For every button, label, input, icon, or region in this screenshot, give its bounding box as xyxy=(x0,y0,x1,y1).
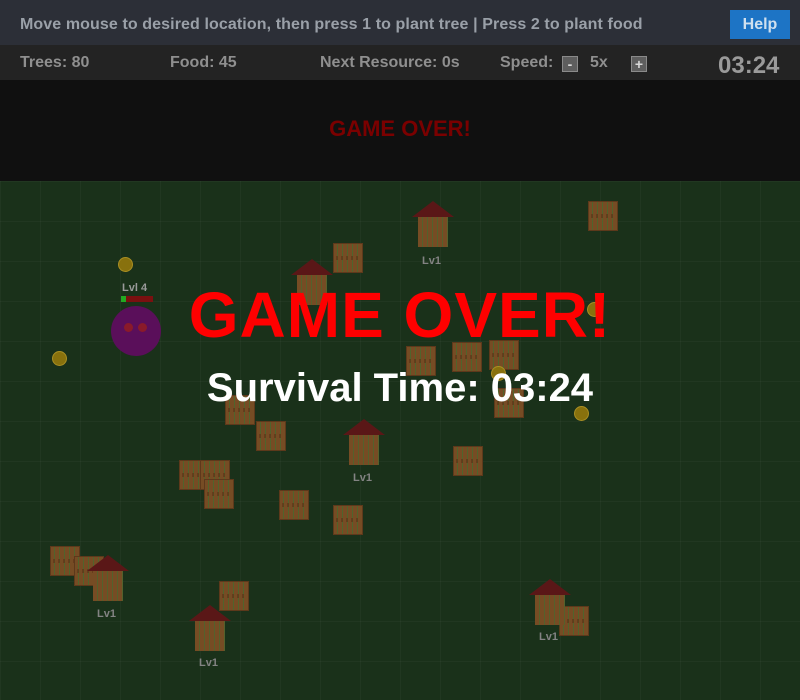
game-field[interactable]: Lv1 Lv1 Lv1 Lv1 Lv1 xyxy=(0,181,800,700)
survival-time: Survival Time: 03:24 xyxy=(206,366,594,410)
speed-decrease-button[interactable]: - xyxy=(562,56,578,72)
speed-value: 5x xyxy=(590,54,608,71)
trees-count: Trees: 80 xyxy=(20,54,90,71)
next-resource-timer: Next Resource: 0s xyxy=(320,54,460,71)
speed-increase-button[interactable]: + xyxy=(631,56,647,72)
help-button[interactable]: Help xyxy=(730,10,790,39)
food-count: Food: 45 xyxy=(170,54,237,71)
banner-text: GAME OVER! xyxy=(329,116,471,141)
speed-label: Speed: xyxy=(500,54,554,71)
field-dim-overlay xyxy=(0,181,800,700)
game-clock: 03:24 xyxy=(718,52,780,79)
top-bar: Move mouse to desired location, then pre… xyxy=(0,0,800,45)
game-over-title: GAME OVER! xyxy=(188,279,612,351)
instructions-text: Move mouse to desired location, then pre… xyxy=(20,16,643,33)
stats-bar: Trees: 80 Food: 45 Next Resource: 0s Spe… xyxy=(0,45,800,80)
